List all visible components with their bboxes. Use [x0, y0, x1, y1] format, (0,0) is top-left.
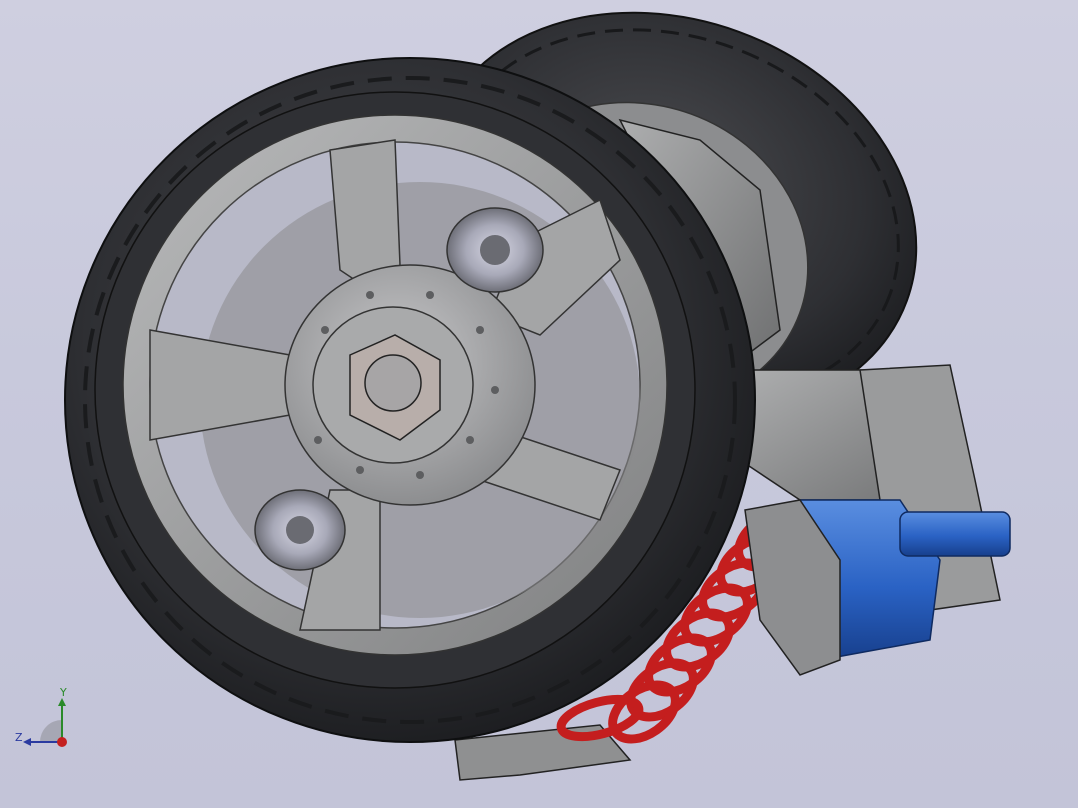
front-wheel[interactable]: [64, 57, 756, 743]
cad-viewport[interactable]: [0, 0, 1078, 808]
hub: [284, 264, 536, 506]
axle-end: [364, 354, 422, 412]
x-axis-dot: [57, 737, 67, 747]
orientation-triad: Y Z: [10, 684, 80, 754]
axis-y-label: Y: [60, 686, 67, 699]
axis-z-label: Z: [15, 731, 23, 744]
